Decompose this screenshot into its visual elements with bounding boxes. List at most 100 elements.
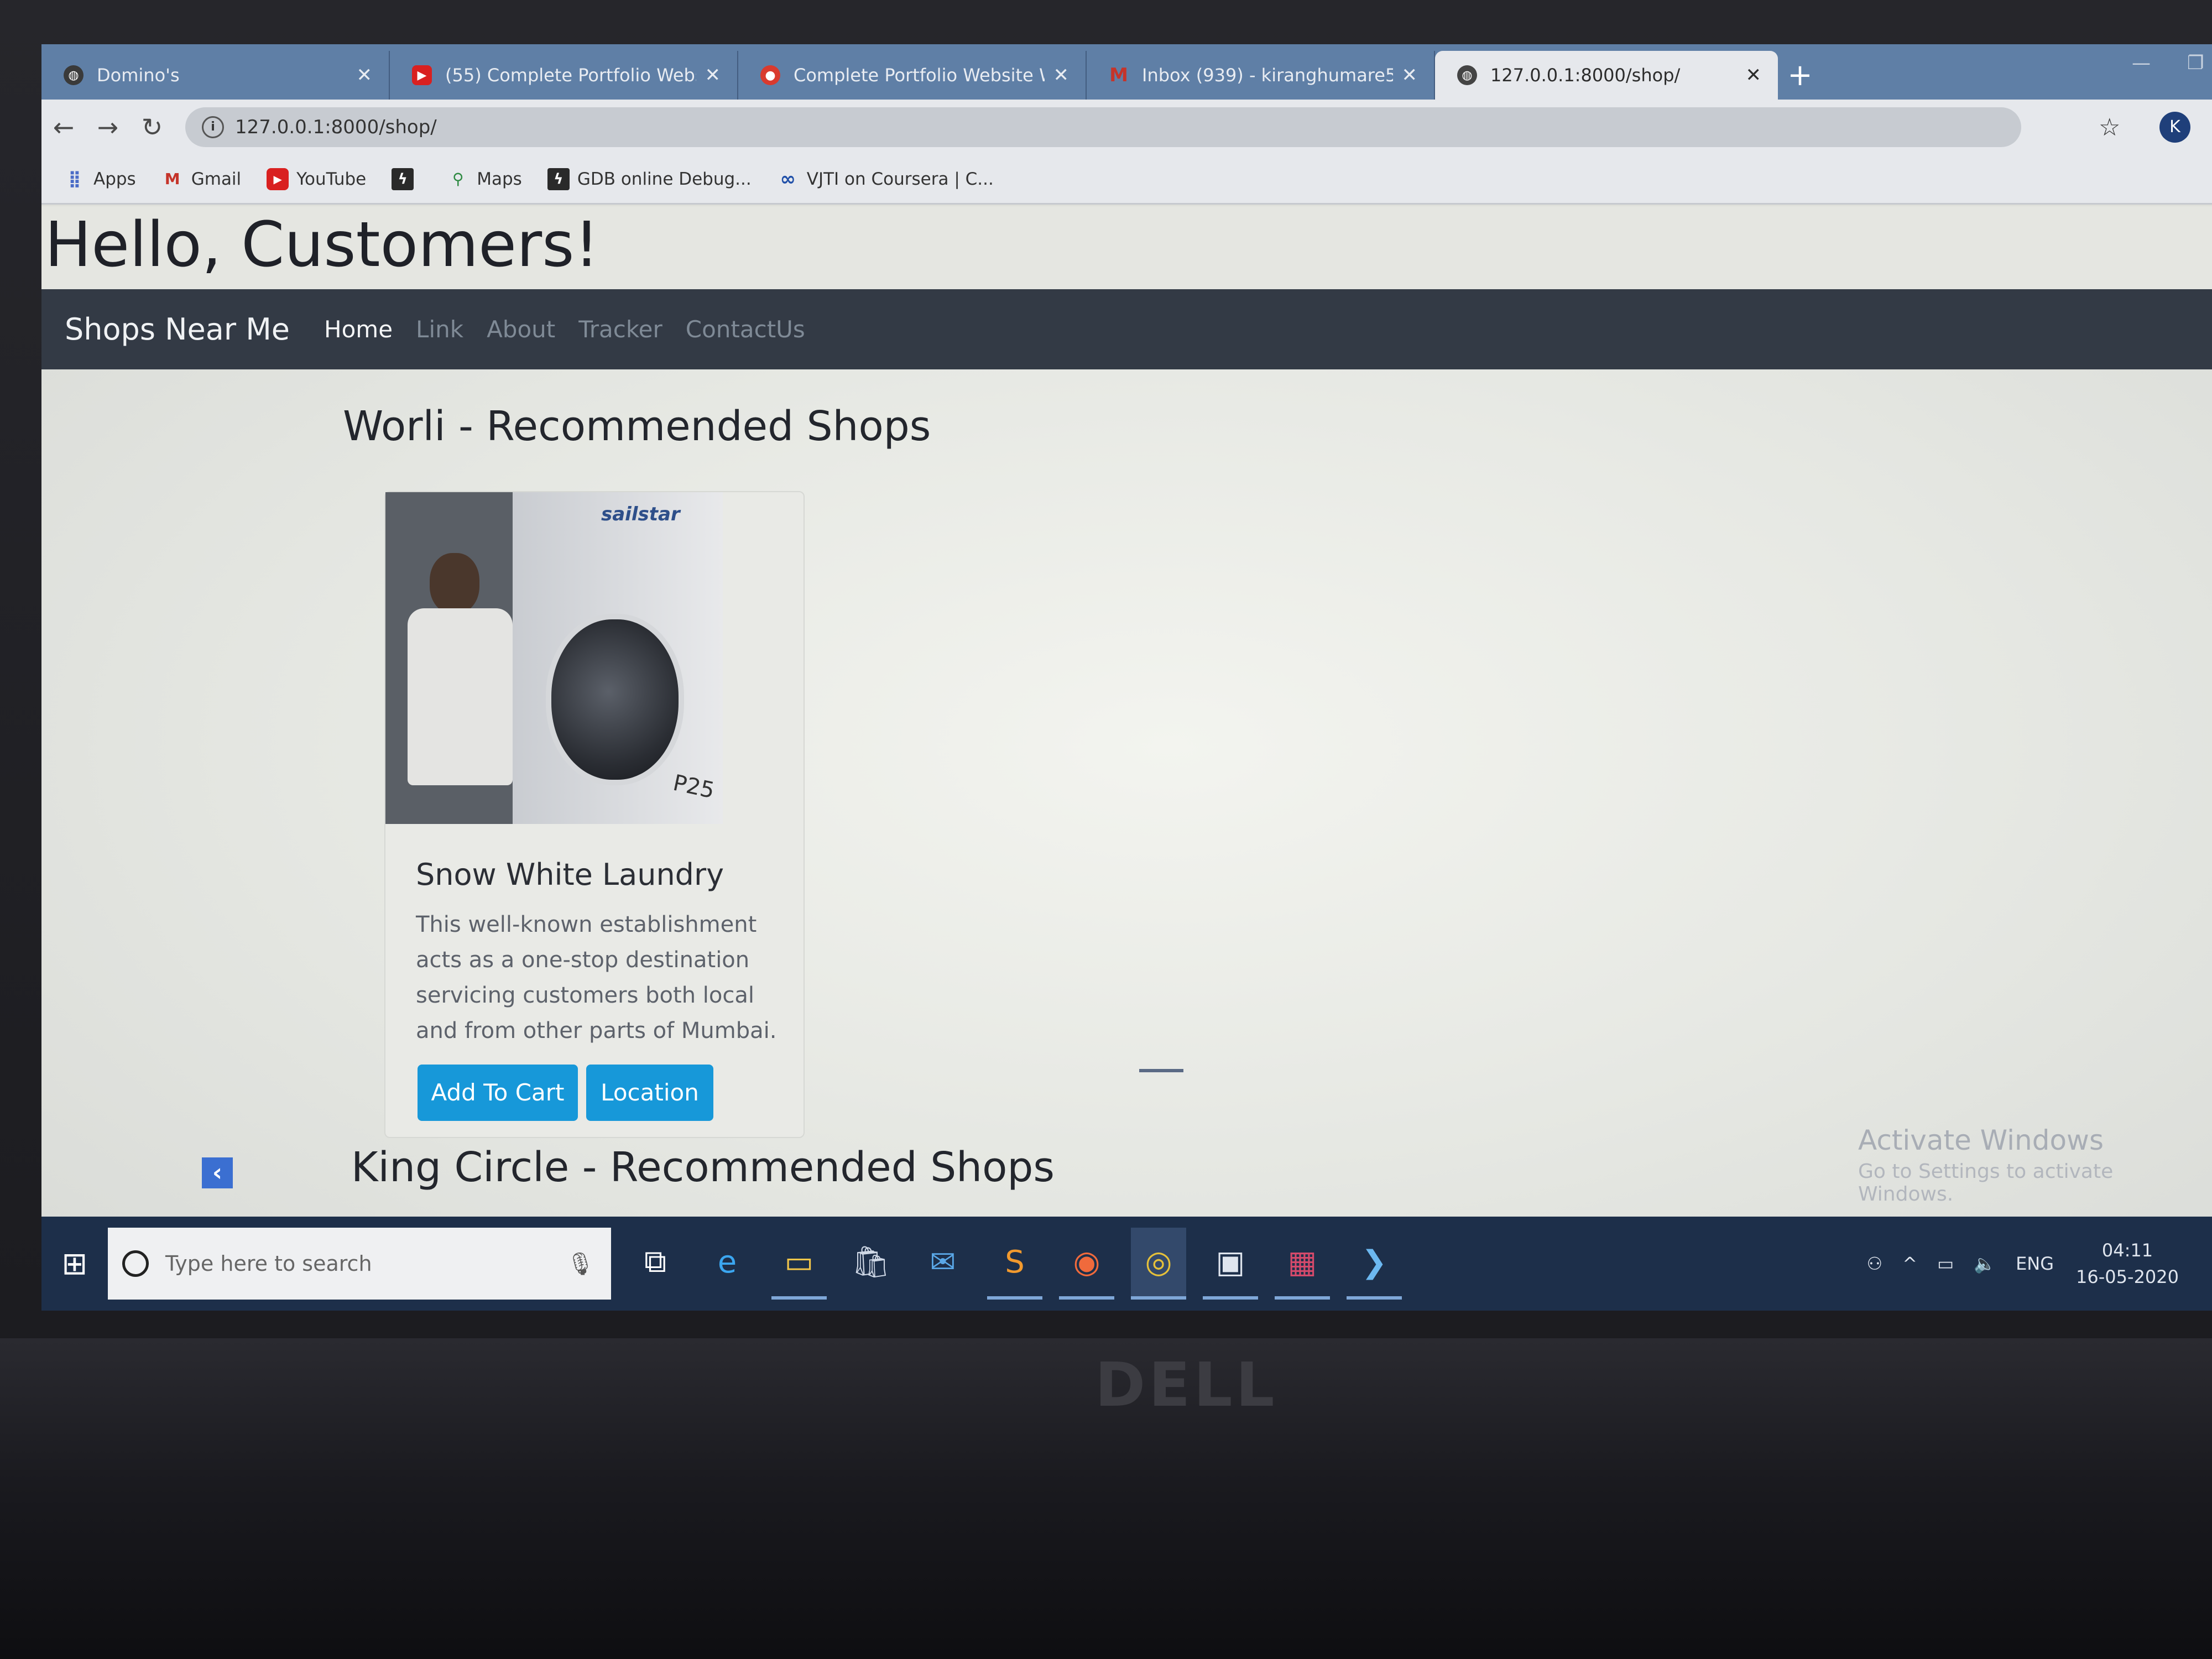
bookmark-bolt[interactable]: ϟ [392, 168, 421, 190]
gmail-icon: M [164, 170, 180, 188]
bookmark-label: Gmail [191, 169, 242, 189]
browser-toolbar: ← → ↻ i 127.0.0.1:8000/shop/ ☆ K [41, 100, 2212, 155]
chrome-icon[interactable]: ◎ [1131, 1228, 1186, 1300]
cortana-icon [122, 1250, 149, 1277]
bookmark-apps[interactable]: ⣿ Apps [64, 168, 136, 190]
tab-dominos[interactable]: ◍ Domino's ✕ [41, 51, 390, 100]
shop-card: sailstar P25 Snow White Laundry This wel… [384, 491, 805, 1138]
tab-label: (55) Complete Portfolio Website [445, 65, 696, 86]
bookmark-label: GDB online Debug... [577, 169, 752, 189]
web-page: Hello, Customers! Shops Near Me Home Lin… [41, 206, 2212, 1311]
close-icon[interactable]: ✕ [1053, 64, 1070, 86]
restore-icon[interactable]: ❐ [2187, 52, 2204, 74]
clock-time: 04:11 [2101, 1240, 2153, 1261]
reload-icon[interactable]: ↻ [130, 112, 174, 142]
add-to-cart-button[interactable]: Add To Cart [418, 1065, 578, 1121]
close-icon[interactable]: ✕ [1746, 64, 1762, 86]
address-bar[interactable]: i 127.0.0.1:8000/shop/ [185, 107, 2021, 147]
bolt-icon: ϟ [392, 168, 414, 190]
winrar-icon[interactable]: ▦ [1275, 1228, 1330, 1300]
sublime-text-icon[interactable]: S [987, 1228, 1042, 1300]
bolt-icon: ϟ [547, 168, 570, 190]
language-indicator[interactable]: ENG [2016, 1253, 2054, 1274]
location-button[interactable]: Location [586, 1065, 713, 1121]
nav-contactus[interactable]: ContactUs [686, 316, 805, 343]
youtube-icon: ▶ [412, 65, 432, 85]
activate-windows-subtitle: Go to Settings to activate Windows. [1858, 1160, 2114, 1206]
site-navbar: Shops Near Me Home Link About Tracker Co… [41, 289, 2212, 369]
back-icon[interactable]: ← [41, 112, 86, 142]
forward-icon[interactable]: → [86, 112, 130, 142]
bookmark-gdb[interactable]: ϟ GDB online Debug... [547, 168, 752, 190]
tab-label: 127.0.0.1:8000/shop/ [1490, 65, 1681, 86]
tab-label: Domino's [97, 65, 180, 86]
edge-icon[interactable]: e [700, 1228, 755, 1300]
task-view-icon[interactable]: ⧉ [628, 1228, 683, 1300]
mail-icon[interactable]: ✉ [915, 1228, 971, 1300]
bookmark-star-icon[interactable]: ☆ [2099, 113, 2120, 142]
red-circle-icon: ● [760, 65, 780, 85]
battery-icon[interactable]: ▭ [1937, 1253, 1954, 1274]
volume-icon[interactable]: 🔈 [1974, 1253, 1996, 1274]
globe-icon: ◍ [64, 65, 84, 85]
bookmark-coursera[interactable]: ∞ VJTI on Coursera | C... [777, 168, 994, 190]
main-content: Worli - Recommended Shops sailstar P25 S… [41, 369, 2212, 1310]
page-heading: Hello, Customers! [41, 206, 2212, 289]
nav-tracker[interactable]: Tracker [578, 316, 662, 343]
store-icon[interactable]: 🛍 [843, 1228, 899, 1300]
activate-windows-title: Activate Windows [1858, 1124, 2104, 1156]
new-tab-button[interactable]: + [1778, 51, 1822, 100]
navbar-brand[interactable]: Shops Near Me [65, 312, 290, 347]
tab-shop-localhost[interactable]: ◍ 127.0.0.1:8000/shop/ ✕ [1435, 51, 1778, 100]
carousel-indicator[interactable] [1139, 1069, 1183, 1072]
bookmark-label: YouTube [296, 169, 367, 189]
bookmark-maps[interactable]: ⚲ Maps [447, 168, 522, 190]
section-title-king-circle: King Circle - Recommended Shops [351, 1144, 1055, 1191]
close-icon[interactable]: ✕ [705, 64, 721, 86]
shop-image: sailstar P25 [385, 492, 723, 824]
nav-home[interactable]: Home [324, 316, 393, 343]
person-figure [430, 553, 479, 614]
close-icon[interactable]: ✕ [357, 64, 373, 86]
nav-about[interactable]: About [487, 316, 555, 343]
maps-pin-icon: ⚲ [452, 170, 464, 188]
info-icon[interactable]: i [202, 116, 224, 138]
microphone-icon[interactable]: 🎙 [566, 1251, 594, 1277]
windows-taskbar: ⊞ Type here to search 🎙 ⧉ e ▭ 🛍 ✉ S ◉ ◎ … [41, 1217, 2212, 1311]
file-explorer-icon[interactable]: ▭ [771, 1228, 827, 1300]
carousel-prev-icon[interactable]: ‹ [202, 1157, 233, 1188]
bookmark-youtube[interactable]: ▶ YouTube [267, 168, 366, 190]
tab-portfolio-website[interactable]: ● Complete Portfolio Website With ✕ [738, 51, 1087, 100]
powershell-icon[interactable]: ❯ [1347, 1228, 1402, 1300]
minimize-icon[interactable]: — [2132, 52, 2151, 74]
close-icon[interactable]: ✕ [1402, 64, 1418, 86]
windows-start-icon[interactable]: ⊞ [41, 1246, 108, 1282]
taskbar-clock[interactable]: 04:11 16-05-2020 [2076, 1237, 2179, 1290]
screen: ◍ Domino's ✕ ▶ (55) Complete Portfolio W… [41, 44, 2212, 1311]
bookmark-gmail[interactable]: M Gmail [161, 168, 241, 190]
coursera-icon: ∞ [780, 168, 796, 190]
people-icon[interactable]: ⚇ [1867, 1253, 1883, 1274]
tab-label: Complete Portfolio Website With [794, 65, 1045, 86]
system-tray: ⚇ ^ ▭ 🔈 ENG 04:11 16-05-2020 [1847, 1217, 2179, 1311]
url-text: 127.0.0.1:8000/shop/ [235, 116, 437, 138]
youtube-icon: ▶ [267, 168, 289, 190]
nav-link[interactable]: Link [416, 316, 463, 343]
bookmark-label: Apps [93, 169, 136, 189]
person-figure [408, 608, 513, 785]
taskbar-search[interactable]: Type here to search 🎙 [108, 1228, 611, 1300]
profile-avatar[interactable]: K [2159, 112, 2190, 143]
tab-gmail-inbox[interactable]: M Inbox (939) - kiranghumare5517 ✕ [1087, 51, 1435, 100]
tab-youtube-portfolio[interactable]: ▶ (55) Complete Portfolio Website ✕ [390, 51, 738, 100]
tab-strip: ◍ Domino's ✕ ▶ (55) Complete Portfolio W… [41, 44, 2212, 100]
apps-grid-icon: ⣿ [68, 169, 81, 189]
firefox-icon[interactable]: ◉ [1059, 1228, 1114, 1300]
machine-brand-text: sailstar [601, 503, 680, 525]
gmail-icon: M [1109, 64, 1128, 86]
chevron-up-icon[interactable]: ^ [1902, 1253, 1917, 1274]
terminal-icon[interactable]: ▣ [1203, 1228, 1258, 1300]
dell-logo: DELL [1095, 1349, 1278, 1420]
search-placeholder: Type here to search [165, 1251, 372, 1276]
tab-label: Inbox (939) - kiranghumare5517 [1142, 65, 1393, 86]
section-title-worli: Worli - Recommended Shops [343, 403, 931, 450]
